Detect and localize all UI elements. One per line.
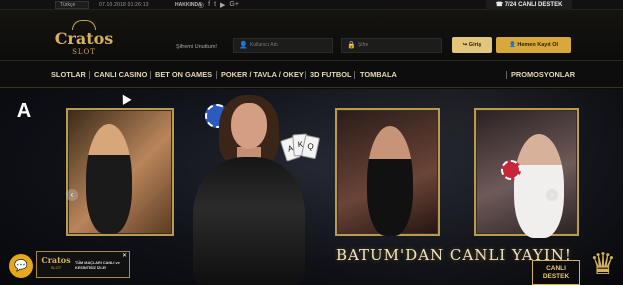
dealer-face bbox=[231, 103, 267, 149]
username-input[interactable]: 👤 Kullanıcı Adı bbox=[233, 38, 333, 53]
nav-divider bbox=[506, 71, 507, 79]
nav-item-live-casino[interactable]: CANLI CASINO bbox=[94, 70, 147, 79]
username-placeholder: Kullanıcı Adı bbox=[250, 42, 278, 48]
nav-item-slots[interactable]: SLOTLAR bbox=[51, 70, 86, 79]
dealer-image bbox=[514, 134, 564, 238]
dealer-photo-frame bbox=[66, 108, 174, 236]
dealer-image bbox=[367, 126, 413, 236]
slider-next-button[interactable]: › bbox=[546, 189, 558, 201]
dealer-image bbox=[86, 124, 132, 234]
featured-dealer-image bbox=[175, 95, 325, 285]
login-button[interactable]: ↪ Giriş bbox=[452, 37, 492, 53]
youtube-icon[interactable]: ▶ bbox=[220, 1, 225, 9]
live-support-button[interactable]: ☎ 7/24 CANLI DESTEK bbox=[486, 0, 572, 10]
chat-bubble-icon: 💬 bbox=[14, 260, 28, 272]
chat-button[interactable]: 💬 bbox=[9, 254, 33, 278]
twitter-icon[interactable]: t bbox=[214, 1, 216, 9]
logo-crest-icon bbox=[72, 20, 96, 30]
lock-icon: 🔒 bbox=[347, 42, 356, 49]
nav-divider bbox=[354, 71, 355, 79]
main-nav: SLOTLAR CANLI CASINO BET ON GAMES POKER … bbox=[0, 60, 623, 88]
live-support-badge[interactable]: CANLI DESTEK bbox=[532, 260, 580, 285]
dealer-photo-frame bbox=[335, 108, 440, 236]
facebook-icon[interactable]: f bbox=[208, 1, 210, 9]
top-bar: Türkçe 07.10.2018 01:26:13 HAKKINDA ◎ f … bbox=[0, 0, 623, 10]
register-button[interactable]: 👤 Hemen Kayıt Ol bbox=[496, 37, 571, 53]
forgot-password-link[interactable]: Şifremi Unuttum! bbox=[176, 44, 217, 50]
password-placeholder: Şifre bbox=[358, 42, 369, 48]
nav-divider bbox=[305, 71, 306, 79]
slider-prev-button[interactable]: ‹ bbox=[66, 189, 78, 201]
social-links: ◎ f t ▶ G+ bbox=[198, 1, 239, 9]
google-plus-icon[interactable]: G+ bbox=[229, 1, 239, 9]
playing-cards-icon: A K Q bbox=[279, 133, 321, 162]
casino-chip-icon bbox=[501, 160, 521, 180]
promo-logo-main: Cratos bbox=[41, 255, 71, 265]
nav-divider bbox=[150, 71, 151, 79]
login-label: Giriş bbox=[468, 42, 482, 48]
nav-item-bet-on-games[interactable]: BET ON GAMES bbox=[155, 70, 212, 79]
nav-divider bbox=[89, 71, 90, 79]
site-logo[interactable]: Cratos SLOT bbox=[50, 20, 118, 64]
nav-item-promotions[interactable]: PROMOSYONLAR bbox=[511, 70, 575, 79]
promo-logo: Cratos SLOT bbox=[40, 255, 72, 271]
nav-item-3d-football[interactable]: 3D FUTBOL bbox=[310, 70, 351, 79]
user-icon: 👤 bbox=[239, 42, 248, 49]
instagram-icon[interactable]: ◎ bbox=[198, 1, 204, 9]
header: Cratos SLOT Şifremi Unuttum! 👤 Kullanıcı… bbox=[0, 10, 623, 60]
logo-main-text: Cratos bbox=[54, 29, 114, 48]
register-label: Hemen Kayıt Ol bbox=[517, 42, 559, 48]
nav-item-poker[interactable]: POKER / TAVLA / OKEY bbox=[221, 70, 304, 79]
lion-crest-icon: ♛ bbox=[589, 248, 617, 281]
live-support-label: 7/24 CANLI DESTEK bbox=[504, 2, 563, 8]
language-select[interactable]: Türkçe bbox=[55, 1, 89, 9]
logo-sub-text: SLOT bbox=[72, 48, 96, 56]
support-badge-line1: CANLI bbox=[546, 265, 566, 272]
support-badge-line2: DESTEK bbox=[542, 273, 570, 280]
promo-text: TÜM MAÇLARI CANLI ve KESİNTİSİZ İZLE! bbox=[75, 261, 120, 270]
promo-logo-sub: SLOT bbox=[50, 265, 62, 270]
datetime: 07.10.2018 01:26:13 bbox=[99, 2, 149, 8]
promo-popup[interactable]: Cratos SLOT TÜM MAÇLARI CANLI ve KESİNTİ… bbox=[36, 251, 130, 278]
phone-icon: ☎ bbox=[495, 2, 505, 8]
playing-card: Q bbox=[300, 134, 321, 160]
close-icon[interactable]: ✕ bbox=[122, 252, 127, 259]
dealer-dress bbox=[193, 157, 305, 285]
nav-item-tombala[interactable]: TOMBALA bbox=[360, 70, 397, 79]
dealer-photo-frame bbox=[474, 108, 579, 238]
nav-divider bbox=[216, 71, 217, 79]
password-input[interactable]: 🔒 Şifre bbox=[341, 38, 442, 53]
a-logo-icon[interactable]: A bbox=[12, 100, 36, 122]
